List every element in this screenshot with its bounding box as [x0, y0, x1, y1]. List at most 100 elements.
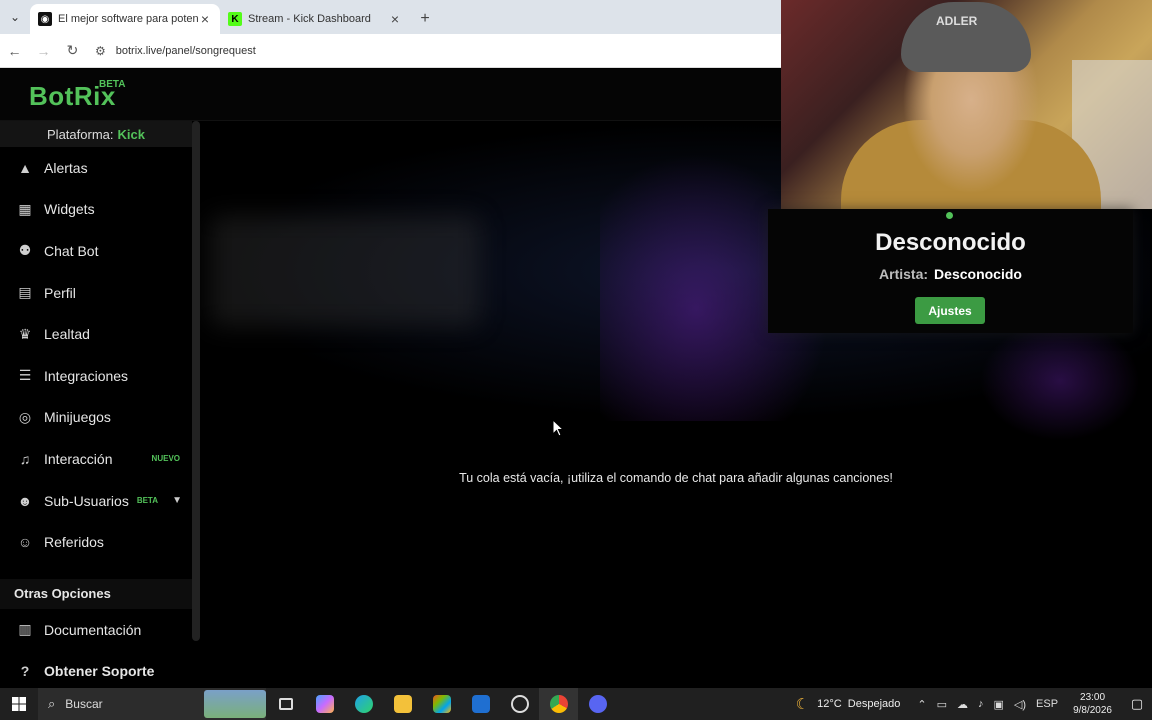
empty-queue-message: Tu cola está vacía, ¡utiliza el comando … — [459, 471, 893, 485]
windows-taskbar: ⌕ Buscar ☾ 12°C Despejado ⌃ ▭ ☁ ♪ ▣ ◁) E… — [0, 688, 1152, 720]
new-tab-icon[interactable]: + — [410, 4, 440, 34]
new-badge: NUEVO — [151, 454, 180, 464]
sidebar-item-label: Integraciones — [44, 367, 129, 384]
platform-label: Plataforma: — [47, 126, 114, 142]
sidebar-item-label: Alertas — [44, 159, 88, 176]
taskbar-clock[interactable]: 23:00 9/8/2026 — [1073, 691, 1112, 717]
url-text: botrix.live/panel/songrequest — [115, 44, 256, 57]
webcam-overlay: ADLER — [781, 0, 1152, 209]
tab-title: El mejor software para potenciar — [58, 13, 198, 25]
sidebar-item-referidos[interactable]: ☺ Referidos — [0, 521, 192, 563]
chrome-icon[interactable] — [539, 688, 578, 720]
now-playing-card: Desconocido Artista: Desconocido Ajustes — [768, 209, 1133, 333]
weather-widget[interactable]: ☾ 12°C Despejado — [796, 695, 901, 713]
browser-tab-bar: ⌄ ◉ El mejor software para potenciar × K… — [0, 0, 781, 34]
tab-botrix[interactable]: ◉ El mejor software para potenciar × — [30, 4, 220, 34]
file-explorer-icon[interactable] — [383, 688, 422, 720]
user-group-icon: ☺ — [17, 534, 33, 551]
volume-icon[interactable]: ◁) — [1014, 698, 1026, 711]
sidebar-item-label: Perfil — [44, 284, 76, 301]
sidebar-item-obtener-soporte[interactable]: ? Obtener Soporte — [0, 651, 192, 688]
reload-icon[interactable]: ↻ — [58, 42, 87, 59]
blurred-thumbnail — [210, 216, 480, 326]
address-bar: ← → ↻ ⚙ botrix.live/panel/songrequest — [0, 34, 781, 68]
beta-badge: BETA — [136, 496, 158, 506]
sidebar-scrollbar[interactable] — [192, 121, 200, 641]
tab-close-icon[interactable]: × — [198, 11, 212, 27]
sidebar-item-widgets[interactable]: ▦ Widgets — [0, 189, 192, 231]
cap-logo-text: ADLER — [936, 14, 978, 28]
sidebar-item-label: Sub-Usuarios — [44, 492, 129, 509]
section-title-otras-opciones: Otras Opciones — [0, 578, 192, 609]
artist-label: Artista: — [879, 266, 929, 282]
site-settings-icon[interactable]: ⚙ — [95, 44, 106, 58]
id-card-icon: ▤ — [18, 284, 32, 301]
sidebar-item-interaccion[interactable]: ♫ Interacción NUEVO — [0, 438, 192, 480]
sidebar-item-label: Widgets — [44, 201, 95, 218]
notification-icon[interactable]: ▢ — [1122, 696, 1152, 712]
cloud-icon[interactable]: ☁ — [957, 698, 968, 711]
artist-value: Desconocido — [934, 266, 1022, 282]
users-icon: ☻ — [17, 492, 33, 509]
kick-favicon-icon: K — [228, 12, 242, 26]
store-icon[interactable] — [422, 688, 461, 720]
obs-icon[interactable] — [500, 688, 539, 720]
url-field[interactable]: ⚙ botrix.live/panel/songrequest — [95, 44, 256, 58]
robot-icon: ⚉ — [18, 242, 32, 259]
chevron-down-icon[interactable]: ▼ — [172, 495, 182, 506]
song-title: Desconocido — [875, 229, 1026, 256]
windows-start-icon[interactable] — [0, 688, 38, 720]
app-header: BotRix BETA — [0, 69, 781, 121]
sidebar-item-documentacion[interactable]: ▥ Documentación — [0, 609, 192, 651]
sidebar-item-label: Referidos — [44, 534, 104, 551]
copilot-icon[interactable] — [305, 688, 344, 720]
clock-date: 9/8/2026 — [1073, 705, 1112, 716]
tab-close-icon[interactable]: × — [388, 11, 402, 27]
sidebar: Plataforma: Kick ▲ Alertas ▦ Widgets ⚉ C… — [0, 121, 200, 688]
trophy-icon: ♛ — [18, 325, 32, 342]
chevron-up-icon[interactable]: ⌃ — [917, 698, 926, 711]
music-icon: ♫ — [19, 450, 31, 467]
clock-time: 23:00 — [1080, 692, 1106, 703]
outlook-icon[interactable] — [461, 688, 500, 720]
settings-button[interactable]: Ajustes — [915, 297, 985, 324]
platform-indicator: Plataforma: Kick — [0, 121, 192, 147]
sidebar-item-alertas[interactable]: ▲ Alertas — [0, 147, 192, 189]
edge-icon[interactable] — [344, 688, 383, 720]
purple-glow — [980, 321, 1140, 441]
platform-value: Kick — [117, 126, 145, 142]
sidebar-item-chat-bot[interactable]: ⚉ Chat Bot — [0, 230, 192, 272]
discord-icon[interactable] — [578, 688, 617, 720]
task-view-icon[interactable] — [266, 688, 305, 720]
taskbar-search[interactable]: ⌕ Buscar — [38, 688, 266, 720]
song-artist: Artista: Desconocido — [768, 266, 1133, 282]
sidebar-item-label: Documentación — [44, 621, 142, 638]
sidebar-item-sub-usuarios[interactable]: ☻ Sub-Usuarios BETA ▼ — [0, 480, 192, 522]
microphone-icon[interactable]: ♪ — [978, 698, 984, 710]
battery-icon[interactable]: ▭ — [937, 698, 947, 711]
help-icon: ? — [20, 663, 30, 680]
language-indicator[interactable]: ESP — [1036, 698, 1058, 710]
network-icon[interactable]: ▣ — [994, 698, 1004, 711]
mouse-cursor-icon — [552, 419, 564, 437]
sidebar-item-label: Chat Bot — [44, 242, 99, 259]
gamepad-icon: ◎ — [18, 408, 32, 425]
status-dot-icon — [946, 212, 953, 219]
sidebar-item-minijuegos[interactable]: ◎ Minijuegos — [0, 397, 192, 439]
forward-arrow-icon[interactable]: → — [29, 43, 58, 59]
botrix-favicon-icon: ◉ — [38, 12, 52, 26]
grid-icon: ▦ — [18, 200, 32, 217]
sidebar-item-lealtad[interactable]: ♛ Lealtad — [0, 313, 192, 355]
search-placeholder: Buscar — [65, 697, 103, 711]
back-arrow-icon[interactable]: ← — [0, 43, 29, 59]
sidebar-item-label: Minijuegos — [44, 409, 111, 426]
system-tray: ☾ 12°C Despejado ⌃ ▭ ☁ ♪ ▣ ◁) ESP 23:00 … — [796, 688, 1152, 720]
search-highlight-image — [204, 690, 266, 718]
sidebar-item-integraciones[interactable]: ☰ Integraciones — [0, 355, 192, 397]
tab-kick[interactable]: K Stream - Kick Dashboard × — [220, 4, 410, 34]
sidebar-item-perfil[interactable]: ▤ Perfil — [0, 272, 192, 314]
list-icon: ☰ — [18, 367, 32, 384]
tab-search-icon[interactable]: ⌄ — [0, 0, 30, 34]
sidebar-item-label: Interacción — [44, 450, 113, 467]
moon-icon: ☾ — [795, 696, 810, 713]
